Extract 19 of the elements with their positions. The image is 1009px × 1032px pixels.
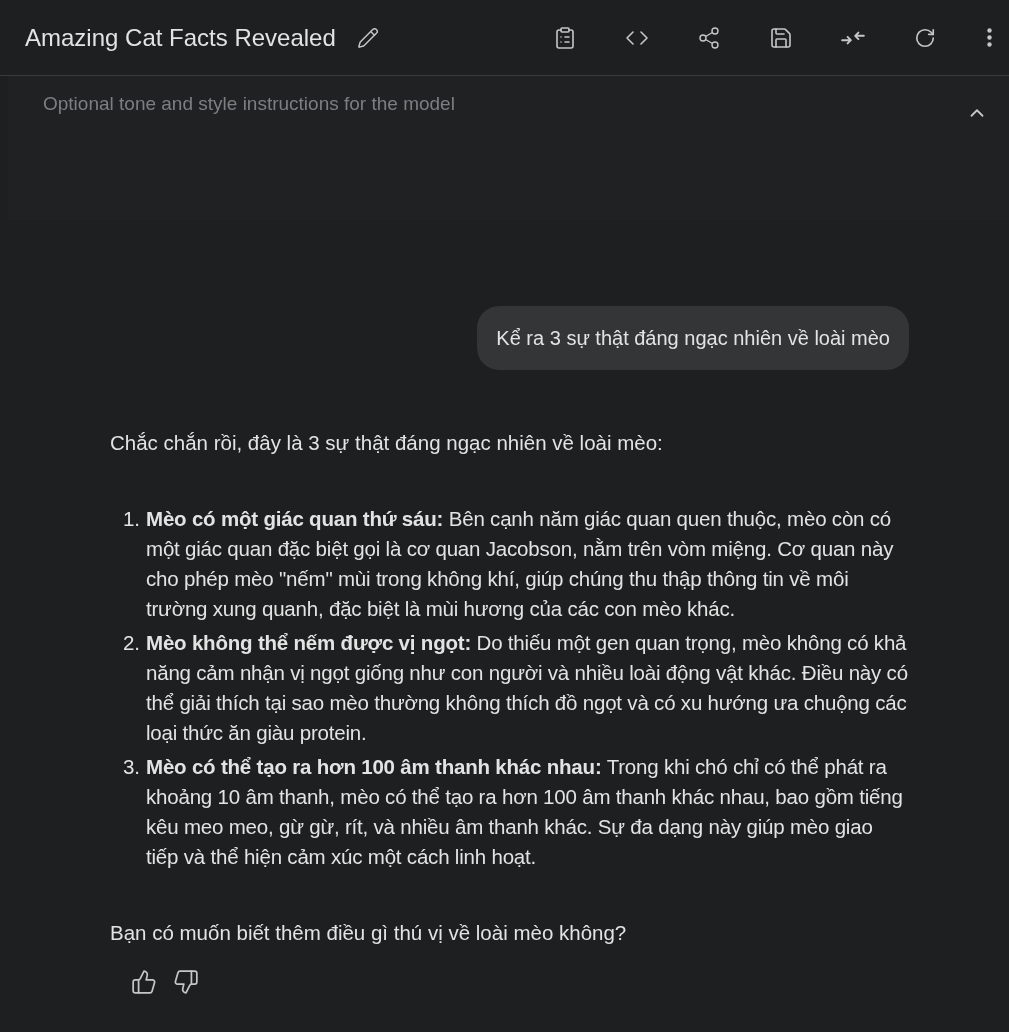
share-icon xyxy=(697,25,721,50)
pencil-icon xyxy=(356,26,379,49)
clipboard-icon xyxy=(553,25,577,50)
list-number: 3. xyxy=(121,754,141,780)
list-item-text: Mèo có thể tạo ra hơn 100 âm thanh khác nhau: Trong khi chó chỉ có thể phát ra khoảng 10 âm thanh, mèo có thể tạo ra hơn 100 âm thanh khác nhau, bao gồm tiếng kêu meo meo, gừ gừ, rít, và nhiều âm thanh khác. Sự đa dạng này giúp mèo giao tiếp và thể hiện cảm xúc một cách linh hoạt. xyxy=(146,754,904,870)
thumbs-up-icon xyxy=(131,969,157,995)
list-item-text: Mèo không thể nếm được vị ngọt: Do thiếu một gen quan trọng, mèo không có khả năng cảm nhận vị ngọt giống như con người và nhiều loài động vật khác. Điều này có thể giải thích tại sao mèo thường không thích đồ ngọt và có xu hướng ưa chuộng các loại thức ăn giàu protein. xyxy=(146,630,909,746)
more-icon xyxy=(986,28,992,47)
list-number: 2. xyxy=(121,630,141,656)
list-number: 1. xyxy=(121,506,141,532)
response-intro: Chắc chắn rồi, đây là 3 sự thật đáng ngạc nhiên về loài mèo: xyxy=(110,430,664,456)
response-outro: Bạn có muốn biết thêm điều gì thú vị về loài mèo không? xyxy=(110,920,628,946)
refresh-icon xyxy=(914,26,936,49)
user-message-bubble: Kể ra 3 sự thật đáng ngạc nhiên về loài mèo xyxy=(477,306,909,370)
page-title: Amazing Cat Facts Revealed xyxy=(25,22,336,53)
system-instructions-field[interactable]: Optional tone and style instructions for the model xyxy=(43,90,965,118)
save-icon xyxy=(769,25,793,50)
list-item-text: Mèo có một giác quan thứ sáu: Bên cạnh năm giác quan quen thuộc, mèo còn có một giác quan đặc biệt gọi là cơ quan Jacobson, nằm trên vòm miệng. Cơ quan này cho phép mèo "nếm" mùi trong không khí, giúp chúng thu thập thông tin về môi trường xung quanh, đặc biệt là mùi hương của các con mèo khác. xyxy=(146,506,895,622)
thumbs-down-icon xyxy=(173,969,199,995)
